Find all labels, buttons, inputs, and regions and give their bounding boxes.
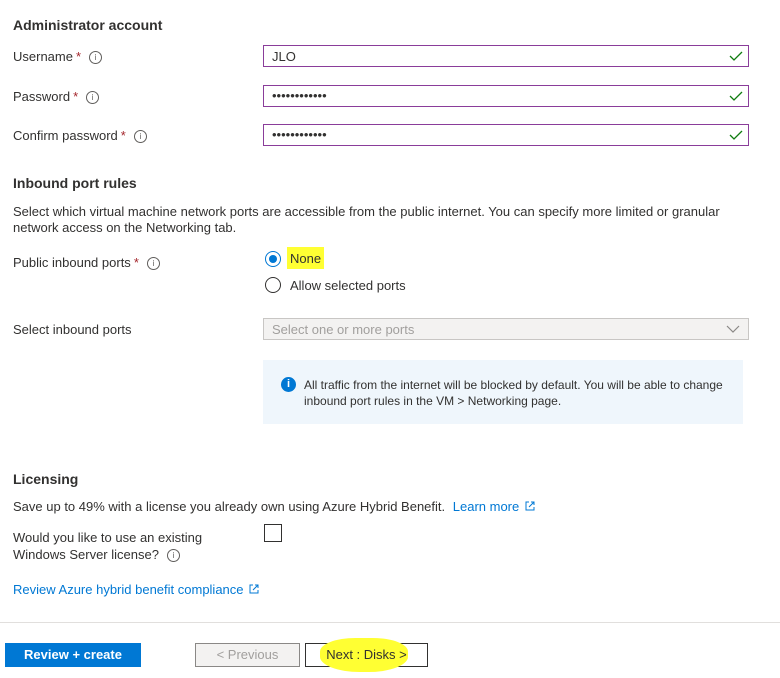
- valid-check-icon: [729, 51, 743, 61]
- info-icon[interactable]: i: [146, 257, 160, 270]
- inbound-description: Select which virtual machine network por…: [13, 204, 720, 235]
- confirm-password-input[interactable]: ••••••••••••: [263, 124, 749, 146]
- licensing-description: Save up to 49% with a license you alread…: [13, 499, 535, 514]
- existing-license-label: Would you like to use an existing Window…: [13, 530, 203, 562]
- inbound-section-title: Inbound port rules: [13, 175, 137, 191]
- radio-none-label[interactable]: None: [287, 247, 325, 269]
- inbound-ports-select[interactable]: Select one or more ports: [263, 318, 749, 340]
- admin-section-title: Administrator account: [13, 17, 163, 33]
- chevron-down-icon: [726, 325, 740, 333]
- username-label: Username * i: [13, 49, 103, 64]
- previous-button[interactable]: < Previous: [195, 643, 300, 667]
- review-create-button[interactable]: Review + create: [5, 643, 141, 667]
- valid-check-icon: [729, 91, 743, 101]
- info-icon[interactable]: i: [133, 130, 147, 143]
- radio-allow-selected-label[interactable]: Allow selected ports: [290, 278, 406, 293]
- info-icon[interactable]: i: [89, 51, 103, 64]
- password-input[interactable]: ••••••••••••: [263, 85, 749, 107]
- info-box-text: All traffic from the internet will be bl…: [304, 378, 723, 408]
- password-label: Password * i: [13, 89, 100, 104]
- username-input[interactable]: JLO: [263, 45, 749, 67]
- next-disks-button[interactable]: Next : Disks >: [305, 638, 428, 672]
- confirm-password-label: Confirm password * i: [13, 128, 147, 143]
- learn-more-link[interactable]: Learn more: [453, 499, 535, 514]
- select-inbound-label: Select inbound ports: [13, 322, 132, 337]
- licensing-section-title: Licensing: [13, 471, 79, 487]
- public-inbound-label: Public inbound ports * i: [13, 255, 160, 270]
- radio-none[interactable]: [265, 251, 281, 267]
- info-icon[interactable]: i: [166, 549, 180, 562]
- info-filled-icon: i: [281, 377, 296, 392]
- review-compliance-link[interactable]: Review Azure hybrid benefit compliance: [13, 582, 259, 597]
- external-link-icon: [525, 501, 535, 511]
- info-icon[interactable]: i: [86, 91, 100, 104]
- info-box: i All traffic from the internet will be …: [263, 360, 743, 424]
- valid-check-icon: [729, 130, 743, 140]
- radio-allow-selected[interactable]: [265, 277, 281, 293]
- footer-divider: [0, 622, 780, 623]
- external-link-icon: [249, 584, 259, 594]
- existing-license-checkbox[interactable]: [264, 524, 282, 542]
